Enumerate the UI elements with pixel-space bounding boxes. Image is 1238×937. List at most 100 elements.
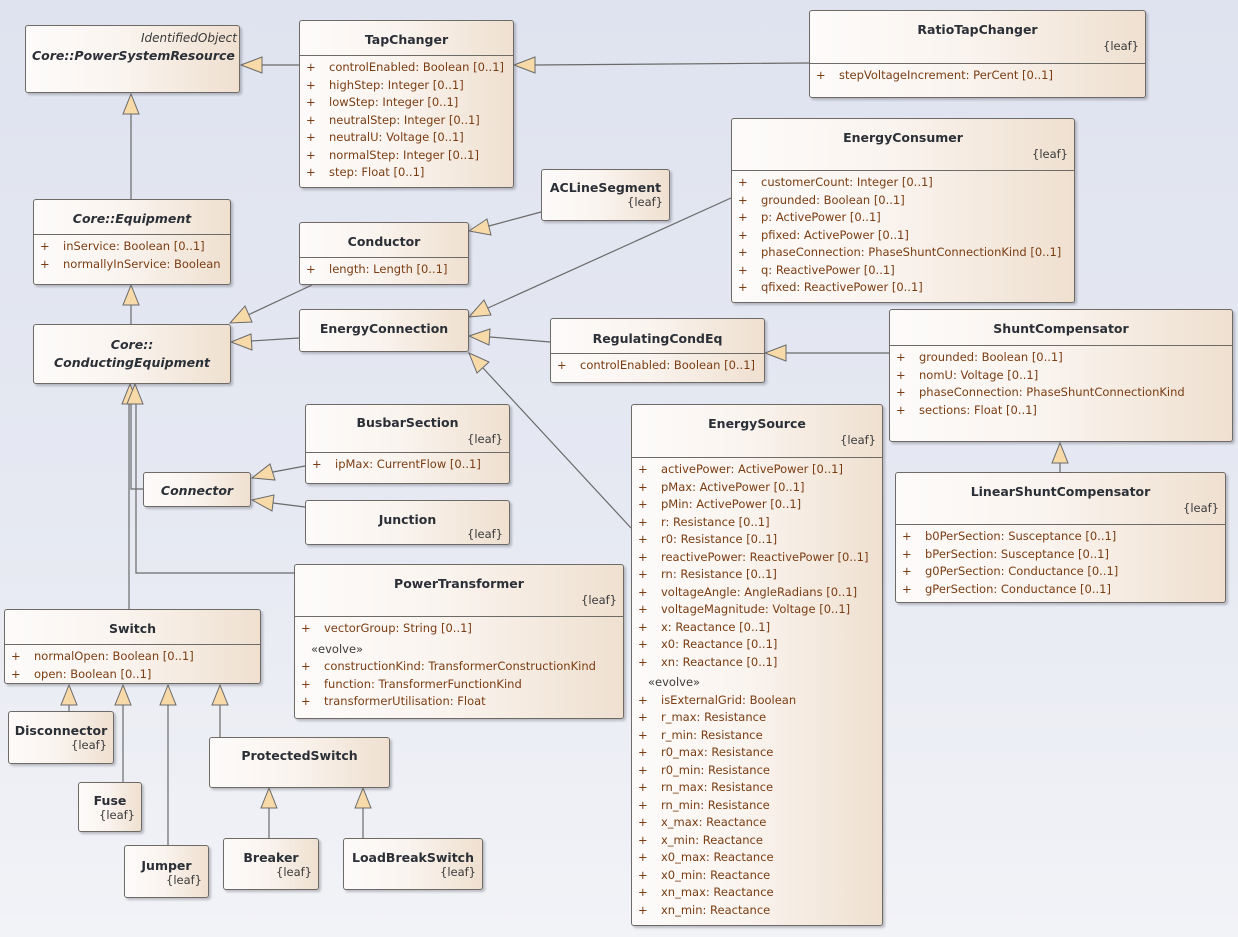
- attribute-text: x_max: Reactance: [661, 815, 767, 829]
- attribute-row[interactable]: + voltageAngle: AngleRadians [0..1]: [632, 584, 882, 602]
- class-power-transformer[interactable]: PowerTransformer {leaf} + vectorGroup: St…: [294, 564, 624, 719]
- attribute-text: open: Boolean [0..1]: [34, 666, 152, 681]
- attribute-row[interactable]: + length: Length [0..1]: [300, 261, 468, 279]
- attribute-row[interactable]: + normalOpen: Boolean [0..1]: [5, 648, 260, 666]
- attribute-row[interactable]: + highStep: Integer [0..1]: [300, 77, 513, 95]
- class-tap-changer[interactable]: TapChanger + controlEnabled: Boolean [0..…: [299, 20, 514, 188]
- class-name: ProtectedSwitch: [241, 748, 358, 763]
- attribute-text: nomU: Voltage [0..1]: [919, 367, 1039, 382]
- attribute-row[interactable]: + p: ActivePower [0..1]: [732, 209, 1074, 227]
- class-equipment[interactable]: Core::Equipment + inService: Boolean [0..…: [33, 199, 231, 285]
- class-conductor[interactable]: Conductor + length: Length [0..1]: [299, 222, 469, 285]
- attribute-row[interactable]: + bPerSection: Susceptance [0..1]: [896, 546, 1225, 564]
- attribute-row[interactable]: + stepVoltageIncrement: PerCent [0..1]: [810, 67, 1145, 85]
- attribute-row[interactable]: + lowStep: Integer [0..1]: [300, 94, 513, 112]
- attribute-row[interactable]: + controlEnabled: Boolean [0..1]: [300, 59, 513, 77]
- attribute-row[interactable]: + ipMax: CurrentFlow [0..1]: [306, 456, 509, 474]
- class-jumper[interactable]: Jumper {leaf}: [124, 845, 209, 898]
- public-visibility-icon: +: [638, 762, 648, 777]
- attribute-text: grounded: Boolean [0..1]: [919, 350, 1063, 364]
- attribute-row[interactable]: + rn: Resistance [0..1]: [632, 566, 882, 584]
- class-ac-line-segment[interactable]: ACLineSegment {leaf}: [541, 169, 670, 221]
- attribute-row[interactable]: + phaseConnection: PhaseShuntConnectionKi…: [732, 244, 1074, 262]
- attribute-row[interactable]: + g0PerSection: Conductance [0..1]: [896, 563, 1225, 581]
- attribute-row[interactable]: + voltageMagnitude: Voltage [0..1]: [632, 601, 882, 619]
- class-energy-connection[interactable]: EnergyConnection: [299, 309, 469, 352]
- class-load-break-switch[interactable]: LoadBreakSwitch {leaf}: [343, 838, 483, 890]
- class-conducting-equipment[interactable]: Core:: ConductingEquipment: [33, 324, 231, 384]
- class-ratio-tap-changer[interactable]: RatioTapChanger {leaf} + stepVoltageIncre…: [809, 10, 1146, 98]
- attribute-row[interactable]: + r0_max: Resistance: [632, 744, 882, 762]
- attribute-row[interactable]: + r0: Resistance [0..1]: [632, 531, 882, 549]
- attribute-row[interactable]: + controlEnabled: Boolean [0..1]: [551, 357, 764, 375]
- attribute-row[interactable]: + phaseConnection: PhaseShuntConnectionKi…: [890, 384, 1232, 402]
- class-disconnector[interactable]: Disconnector {leaf}: [8, 711, 114, 764]
- attribute-row[interactable]: + function: TransformerFunctionKind: [295, 676, 623, 694]
- class-protected-switch[interactable]: ProtectedSwitch: [209, 737, 390, 788]
- attribute-row[interactable]: + normallyInService: Boolean: [34, 256, 230, 274]
- attribute-row[interactable]: + x0_min: Reactance: [632, 867, 882, 885]
- attribute-row[interactable]: + pfixed: ActivePower [0..1]: [732, 227, 1074, 245]
- attribute-row[interactable]: + activePower: ActivePower [0..1]: [632, 461, 882, 479]
- class-busbar-section[interactable]: BusbarSection {leaf} + ipMax: CurrentFlow…: [305, 404, 510, 484]
- class-fuse[interactable]: Fuse {leaf}: [78, 782, 142, 832]
- attribute-row[interactable]: + reactivePower: ReactivePower [0..1]: [632, 549, 882, 567]
- class-connector[interactable]: Connector: [143, 472, 251, 507]
- attribute-row[interactable]: + r0_min: Resistance: [632, 762, 882, 780]
- attribute-row[interactable]: + qfixed: ReactivePower [0..1]: [732, 279, 1074, 297]
- attribute-row[interactable]: + constructionKind: TransformerConstructi…: [295, 658, 623, 676]
- attribute-row[interactable]: + open: Boolean [0..1]: [5, 666, 260, 684]
- attribute-row[interactable]: + inService: Boolean [0..1]: [34, 238, 230, 256]
- attribute-text: lowStep: Integer [0..1]: [329, 95, 459, 109]
- public-visibility-icon: +: [312, 457, 322, 471]
- attribute-row[interactable]: + grounded: Boolean [0..1]: [732, 192, 1074, 210]
- attribute-row[interactable]: + pMax: ActivePower [0..1]: [632, 479, 882, 497]
- class-energy-source[interactable]: EnergySource {leaf} + activePower: Active…: [631, 404, 883, 926]
- class-shunt-compensator[interactable]: ShuntCompensator + grounded: Boolean [0..…: [889, 309, 1233, 442]
- attribute-row[interactable]: + sections: Float [0..1]: [890, 402, 1232, 420]
- attribute-row[interactable]: + r_max: Resistance: [632, 709, 882, 727]
- class-regulating-cond-eq[interactable]: RegulatingCondEq + controlEnabled: Boolea…: [550, 318, 765, 383]
- class-energy-consumer[interactable]: EnergyConsumer {leaf} + customerCount: In…: [731, 118, 1075, 303]
- attribute-row[interactable]: + isExternalGrid: Boolean: [632, 692, 882, 710]
- attribute-row[interactable]: + x0_max: Reactance: [632, 849, 882, 867]
- attribute-row[interactable]: + rn_max: Resistance: [632, 779, 882, 797]
- attribute-row[interactable]: + xn_min: Reactance: [632, 902, 882, 920]
- attribute-row[interactable]: + normalStep: Integer [0..1]: [300, 147, 513, 165]
- attribute-row[interactable]: + nomU: Voltage [0..1]: [890, 367, 1232, 385]
- public-visibility-icon: +: [738, 210, 748, 224]
- attribute-text: normalOpen: Boolean [0..1]: [34, 649, 194, 663]
- attribute-row[interactable]: + x_min: Reactance: [632, 832, 882, 850]
- class-switch[interactable]: Switch + normalOpen: Boolean [0..1] + open:…: [4, 609, 261, 684]
- attribute-text: voltageMagnitude: Voltage [0..1]: [661, 602, 851, 616]
- attribute-row[interactable]: + x0: Reactance [0..1]: [632, 636, 882, 654]
- attribute-row[interactable]: + r_min: Resistance: [632, 727, 882, 745]
- class-power-system-resource[interactable]: IdentifiedObject Core::PowerSystemResour…: [25, 25, 240, 93]
- attribute-row[interactable]: + pMin: ActivePower [0..1]: [632, 496, 882, 514]
- public-visibility-icon: +: [638, 832, 648, 847]
- attribute-text: normalStep: Integer [0..1]: [329, 147, 479, 162]
- attribute-row[interactable]: + neutralU: Voltage [0..1]: [300, 129, 513, 147]
- attribute-row[interactable]: + gPerSection: Conductance [0..1]: [896, 581, 1225, 599]
- attribute-row[interactable]: + step: Float [0..1]: [300, 164, 513, 182]
- attribute-row[interactable]: + grounded: Boolean [0..1]: [890, 349, 1232, 367]
- attribute-row[interactable]: + rn_min: Resistance: [632, 797, 882, 815]
- attribute-row[interactable]: + transformerUtilisation: Float: [295, 693, 623, 711]
- attribute-row[interactable]: + r: Resistance [0..1]: [632, 514, 882, 532]
- attribute-list: + inService: Boolean [0..1] + normallyInSer…: [34, 234, 230, 275]
- class-linear-shunt-compensator[interactable]: LinearShuntCompensator {leaf} + b0PerSect…: [895, 472, 1226, 603]
- attribute-row[interactable]: + x_max: Reactance: [632, 814, 882, 832]
- attribute-row[interactable]: + xn_max: Reactance: [632, 884, 882, 902]
- attribute-row[interactable]: + xn: Reactance [0..1]: [632, 654, 882, 672]
- public-visibility-icon: +: [638, 637, 648, 651]
- attribute-row[interactable]: + q: ReactivePower [0..1]: [732, 262, 1074, 280]
- class-junction[interactable]: Junction {leaf}: [305, 500, 510, 545]
- attribute-row[interactable]: + vectorGroup: String [0..1]: [295, 620, 623, 638]
- attribute-row[interactable]: + b0PerSection: Susceptance [0..1]: [896, 528, 1225, 546]
- class-name: EnergyConsumer: [843, 130, 963, 145]
- attribute-text: p: ActivePower [0..1]: [761, 210, 881, 224]
- attribute-row[interactable]: + neutralStep: Integer [0..1]: [300, 112, 513, 130]
- attribute-row[interactable]: + customerCount: Integer [0..1]: [732, 174, 1074, 192]
- class-breaker[interactable]: Breaker {leaf}: [223, 838, 319, 890]
- attribute-row[interactable]: + x: Reactance [0..1]: [632, 619, 882, 637]
